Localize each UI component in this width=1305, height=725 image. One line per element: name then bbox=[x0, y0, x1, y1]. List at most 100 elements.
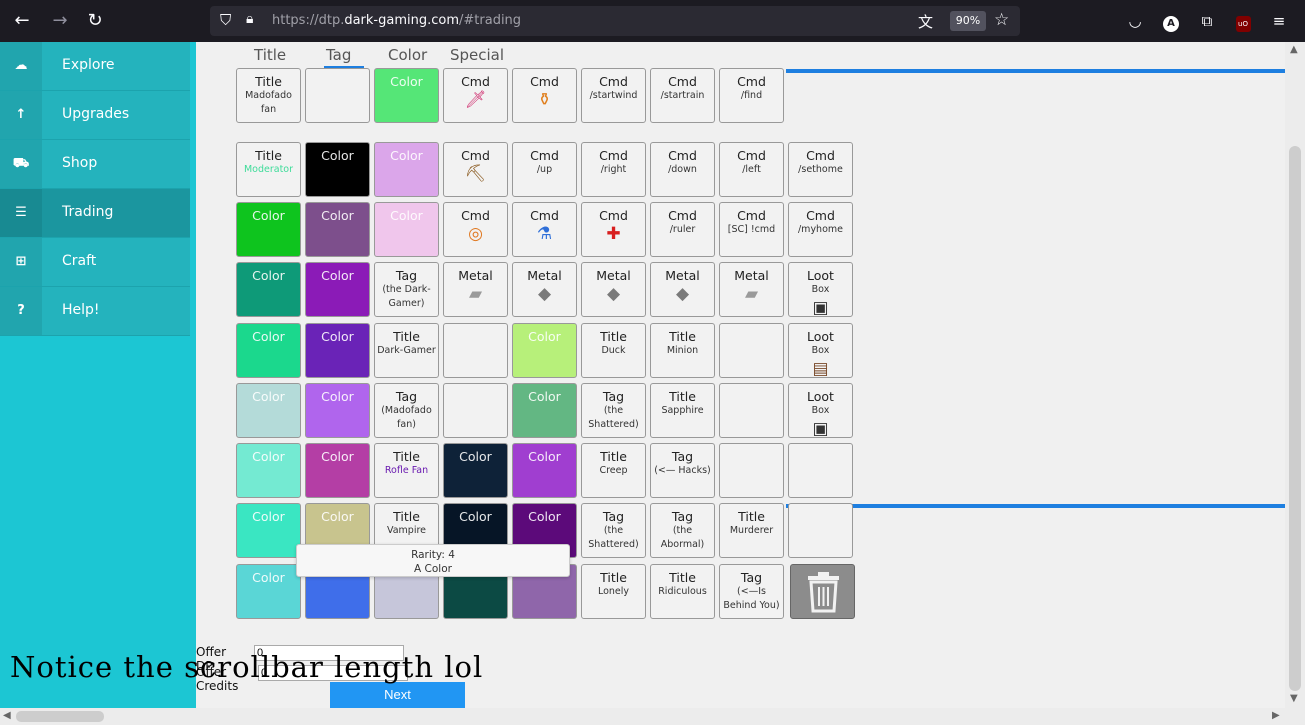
sidebar-item-shop[interactable]: ⛟ Shop bbox=[0, 140, 190, 189]
sidebar-item-explore[interactable]: ☁ Explore bbox=[0, 42, 190, 91]
url-bar[interactable]: ⛉ 🔒︎ https://dtp.dark-gaming.com/#tradin… bbox=[210, 6, 1020, 36]
item-cell[interactable]: Metal ◆ bbox=[512, 262, 577, 317]
account-icon[interactable]: A bbox=[1160, 10, 1182, 32]
star-icon[interactable]: ☆ bbox=[994, 10, 1009, 30]
item-cell[interactable]: Color bbox=[305, 443, 370, 498]
horizontal-scrollbar[interactable]: ◀ ▶ bbox=[0, 708, 1305, 725]
item-cell[interactable]: Color bbox=[512, 323, 577, 378]
item-cell[interactable]: Cmd/myhome bbox=[788, 202, 853, 257]
item-cell[interactable]: Cmd/sethome bbox=[788, 142, 853, 197]
item-cell[interactable]: Title Duck bbox=[581, 323, 646, 378]
item-cell[interactable]: Title Creep bbox=[581, 443, 646, 498]
ublock-icon[interactable]: uO bbox=[1232, 10, 1254, 32]
item-cell[interactable]: Metal ▰ bbox=[443, 262, 508, 317]
item-cell[interactable]: Cmd ⛏ bbox=[443, 142, 508, 197]
back-arrow-icon[interactable]: ← bbox=[10, 9, 34, 33]
item-cell[interactable]: Title Dark-Gamer bbox=[374, 323, 439, 378]
item-cell[interactable]: Color bbox=[374, 202, 439, 257]
item-cell[interactable]: Color bbox=[443, 443, 508, 498]
vertical-scrollbar-thumb[interactable] bbox=[1289, 146, 1301, 691]
translate-icon[interactable]: 文 bbox=[918, 11, 933, 32]
item-cell[interactable] bbox=[305, 68, 370, 123]
item-cell[interactable]: Tag (<—Is Behind You) bbox=[719, 564, 784, 619]
item-cell[interactable]: Metal ◆ bbox=[650, 262, 715, 317]
sidebar-item-upgrades[interactable]: ↑ Upgrades bbox=[0, 91, 190, 140]
horizontal-scrollbar-thumb[interactable] bbox=[16, 711, 104, 722]
shield-icon[interactable]: ⛉ bbox=[220, 11, 231, 29]
item-cell[interactable]: Cmd/startrain bbox=[650, 68, 715, 123]
url-text[interactable]: https://dtp.dark-gaming.com/#trading bbox=[272, 13, 521, 28]
item-cell[interactable]: Color bbox=[305, 383, 370, 438]
item-cell[interactable]: Cmd ⚱ bbox=[512, 68, 577, 123]
item-cell[interactable]: Title Ridiculous bbox=[650, 564, 715, 619]
item-cell[interactable]: Color bbox=[236, 503, 301, 558]
item-cell[interactable]: Color bbox=[374, 142, 439, 197]
item-cell[interactable] bbox=[719, 443, 784, 498]
item-cell[interactable]: Color bbox=[236, 202, 301, 257]
item-cell[interactable]: Color bbox=[512, 383, 577, 438]
item-cell[interactable]: Title Rofle Fan bbox=[374, 443, 439, 498]
reload-icon[interactable]: ↻ bbox=[83, 9, 107, 33]
sidebar-item-trading[interactable]: ☰ Trading bbox=[0, 189, 190, 238]
scroll-right-arrow-icon[interactable]: ▶ bbox=[1272, 710, 1280, 721]
item-cell[interactable]: Cmd/ruler bbox=[650, 202, 715, 257]
forward-arrow-icon[interactable]: → bbox=[48, 9, 72, 33]
item-cell[interactable]: Tag (Madofado fan) bbox=[374, 383, 439, 438]
pocket-icon[interactable]: ◡ bbox=[1124, 10, 1146, 32]
scroll-up-arrow-icon[interactable]: ▲ bbox=[1290, 44, 1298, 55]
menu-icon[interactable]: ≡ bbox=[1268, 10, 1290, 32]
trash-bin[interactable] bbox=[790, 564, 855, 619]
next-button[interactable]: Next bbox=[330, 682, 465, 708]
item-cell[interactable]: Color bbox=[236, 564, 301, 619]
column-header-tag[interactable]: Tag bbox=[326, 46, 351, 64]
item-cell[interactable] bbox=[788, 503, 853, 558]
item-cell[interactable]: Loot Box ▣ bbox=[788, 383, 853, 438]
item-cell[interactable]: Tag (the Shattered) bbox=[581, 503, 646, 558]
scroll-down-arrow-icon[interactable]: ▼ bbox=[1290, 693, 1298, 704]
item-cell[interactable]: Cmd 🗡 bbox=[443, 68, 508, 123]
item-cell[interactable]: Loot Box ▣ bbox=[788, 262, 853, 317]
vertical-scrollbar[interactable]: ▲ ▼ bbox=[1285, 42, 1305, 708]
item-cell[interactable]: Color bbox=[305, 202, 370, 257]
item-cell[interactable]: Color bbox=[374, 68, 439, 123]
item-cell[interactable]: Title Madofado fan bbox=[236, 68, 301, 123]
item-cell[interactable]: Cmd/find bbox=[719, 68, 784, 123]
item-cell[interactable]: Color bbox=[236, 323, 301, 378]
item-cell[interactable]: Cmd ✚ bbox=[581, 202, 646, 257]
item-cell[interactable]: Color bbox=[305, 262, 370, 317]
item-cell[interactable]: Color bbox=[236, 443, 301, 498]
item-cell[interactable]: Cmd/left bbox=[719, 142, 784, 197]
item-cell[interactable]: Metal ◆ bbox=[581, 262, 646, 317]
item-cell[interactable]: Cmd/startwind bbox=[581, 68, 646, 123]
item-cell[interactable]: Title Minion bbox=[650, 323, 715, 378]
item-cell[interactable]: Title Sapphire bbox=[650, 383, 715, 438]
extensions-icon[interactable]: ⧉ bbox=[1196, 10, 1218, 32]
item-cell[interactable]: Cmd/right bbox=[581, 142, 646, 197]
item-cell[interactable]: Cmd ⚗ bbox=[512, 202, 577, 257]
item-cell[interactable] bbox=[788, 443, 853, 498]
item-cell[interactable]: Metal ▰ bbox=[719, 262, 784, 317]
item-cell[interactable] bbox=[443, 323, 508, 378]
item-cell[interactable]: Color bbox=[236, 383, 301, 438]
item-cell[interactable]: Cmd [SC] !cmd bbox=[719, 202, 784, 257]
item-cell[interactable]: Color bbox=[512, 443, 577, 498]
item-cell[interactable] bbox=[719, 323, 784, 378]
item-cell[interactable] bbox=[719, 383, 784, 438]
sidebar-item-craft[interactable]: ⊞ Craft bbox=[0, 238, 190, 287]
zoom-badge[interactable]: 90% bbox=[950, 11, 986, 31]
sidebar-item-help[interactable]: ? Help! bbox=[0, 287, 190, 336]
column-header-title[interactable]: Title bbox=[254, 46, 286, 64]
item-cell[interactable]: Tag (the Abormal) bbox=[650, 503, 715, 558]
item-cell[interactable]: Tag (<— Hacks) bbox=[650, 443, 715, 498]
item-cell[interactable]: Title Moderator bbox=[236, 142, 301, 197]
item-cell[interactable] bbox=[443, 383, 508, 438]
scroll-left-arrow-icon[interactable]: ◀ bbox=[3, 710, 11, 721]
item-cell[interactable]: Cmd ◎ bbox=[443, 202, 508, 257]
item-cell[interactable]: Title Lonely bbox=[581, 564, 646, 619]
item-cell[interactable]: Loot Box ▤ bbox=[788, 323, 853, 378]
column-header-color[interactable]: Color bbox=[388, 46, 427, 64]
item-cell[interactable]: Color bbox=[305, 142, 370, 197]
item-cell[interactable]: Tag (the Shattered) bbox=[581, 383, 646, 438]
lock-icon[interactable]: 🔒︎ bbox=[246, 11, 253, 27]
item-cell[interactable]: Cmd/down bbox=[650, 142, 715, 197]
